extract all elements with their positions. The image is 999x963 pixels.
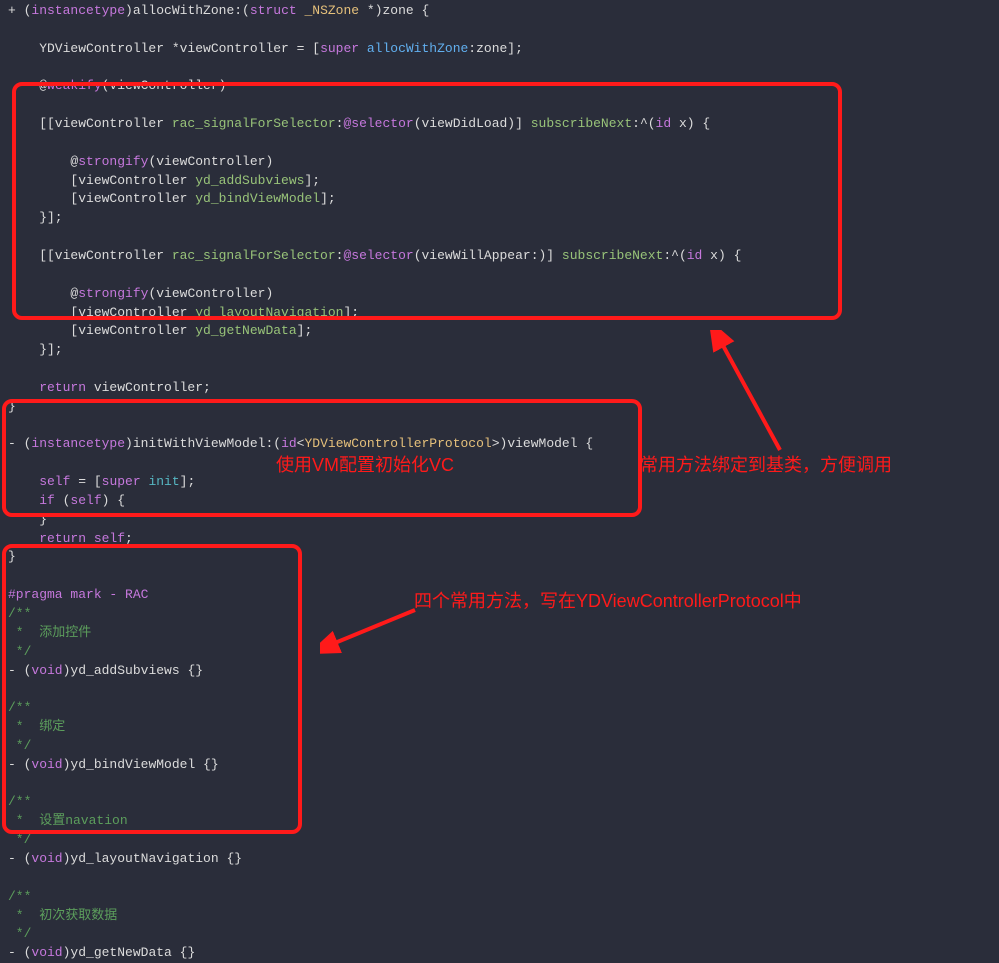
- code-editor[interactable]: + (instancetype)allocWithZone:(struct _N…: [8, 0, 991, 963]
- code-content: + (instancetype)allocWithZone:(struct _N…: [8, 2, 991, 963]
